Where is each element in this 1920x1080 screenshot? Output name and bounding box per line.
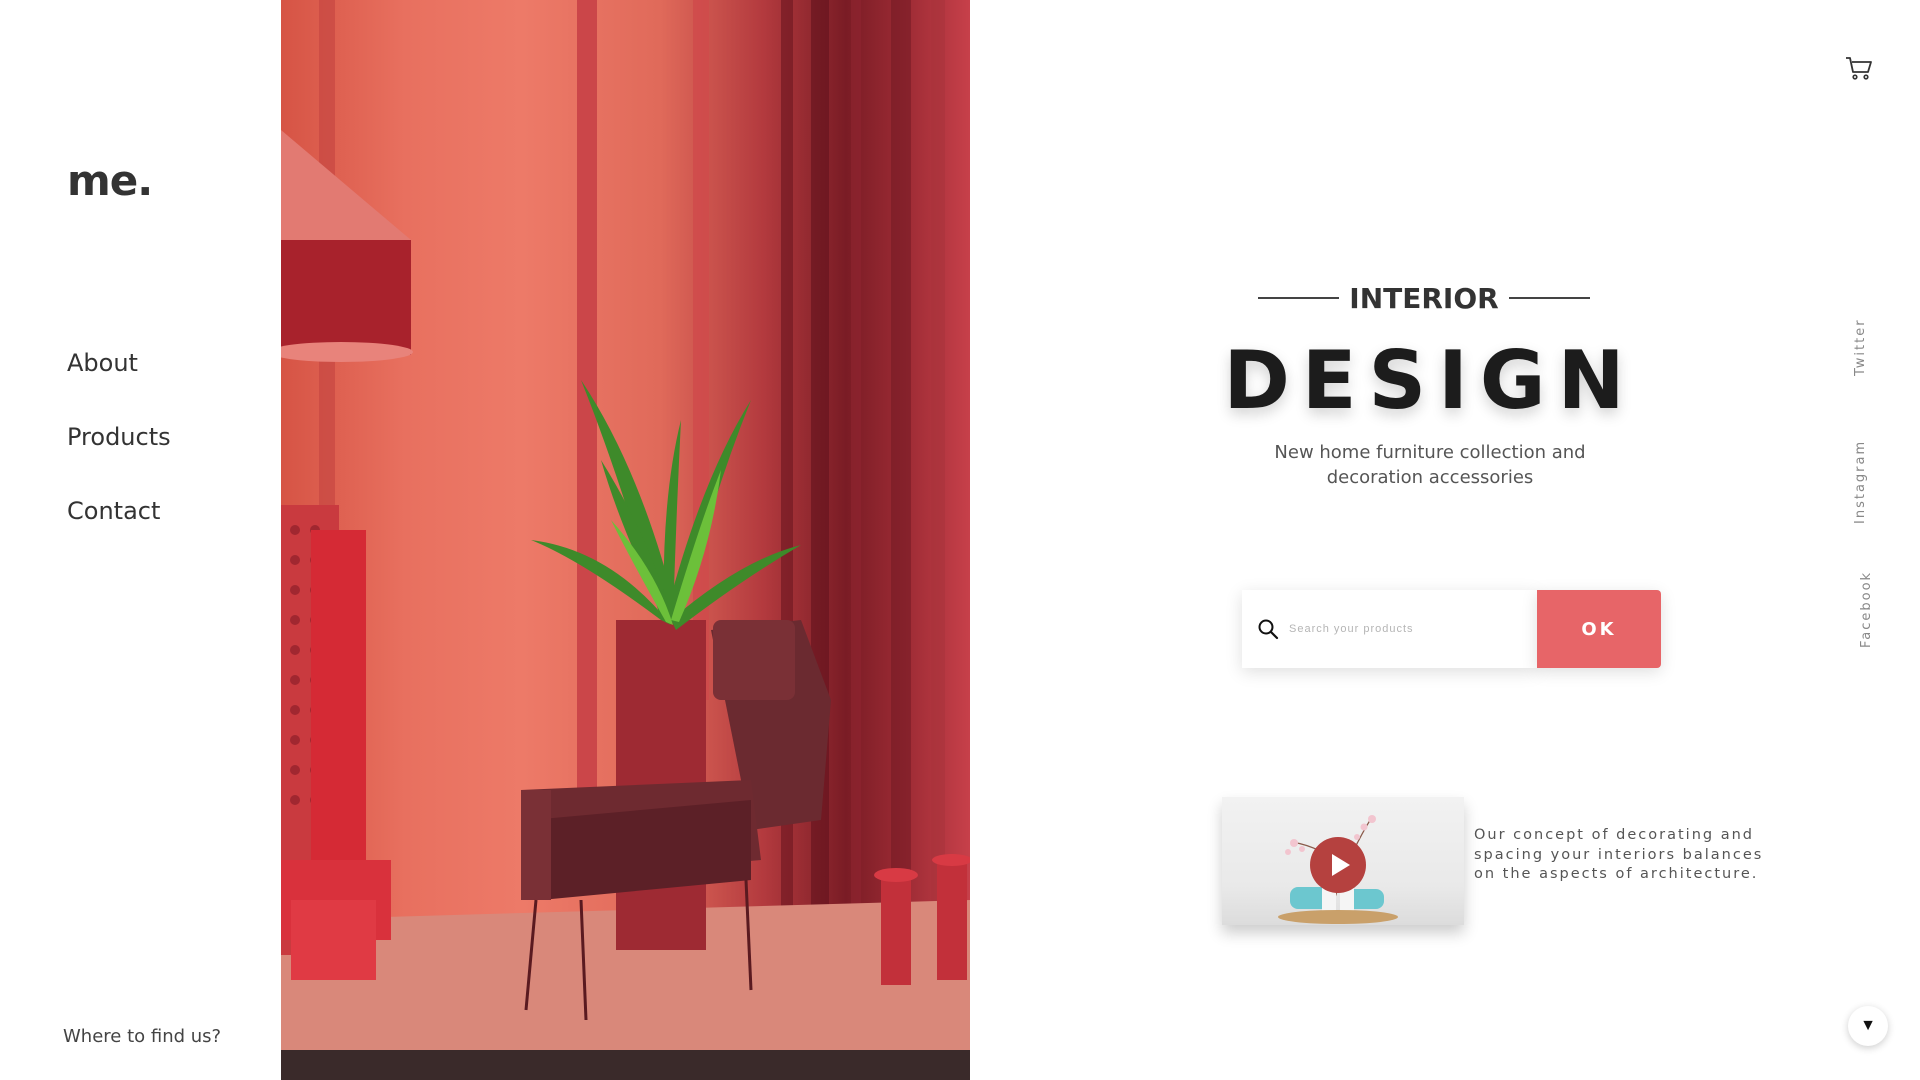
divider-line-right [1508,297,1591,299]
design-title: DESIGN [1223,334,1637,427]
search-icon [1258,619,1279,640]
main-nav: About Products Contact [67,350,171,572]
interior-kicker: INTERIOR [1349,281,1499,315]
find-us-link[interactable]: Where to find us? [63,1026,221,1047]
search-box [1242,590,1537,668]
nav-about-link[interactable]: About [67,350,171,376]
hero-subtitle: New home furniture collection and decora… [1274,442,1586,488]
divider-line-left [1258,297,1340,299]
video-thumbnail[interactable] [1222,797,1464,925]
chevron-down-icon: ▼ [1860,1017,1876,1034]
twitter-link[interactable]: Twitter [1853,318,1868,376]
facebook-link[interactable]: Facebook [1859,571,1874,648]
hero-image [281,0,970,1080]
nav-contact-link[interactable]: Contact [67,498,171,524]
scroll-down-button[interactable]: ▼ [1848,1006,1888,1046]
interior-heading: INTERIOR [1258,280,1591,316]
hero-illustration [281,0,970,1080]
instagram-link[interactable]: Instagram [1853,440,1868,524]
logo[interactable]: me. [67,156,153,205]
search-input[interactable] [1289,623,1529,635]
shopping-cart-icon[interactable] [1845,56,1873,80]
play-button[interactable] [1310,837,1366,893]
concept-text: Our concept of decorating and spacing yo… [1474,827,1764,882]
ok-button[interactable]: OK [1537,590,1661,668]
nav-products-link[interactable]: Products [67,424,171,450]
